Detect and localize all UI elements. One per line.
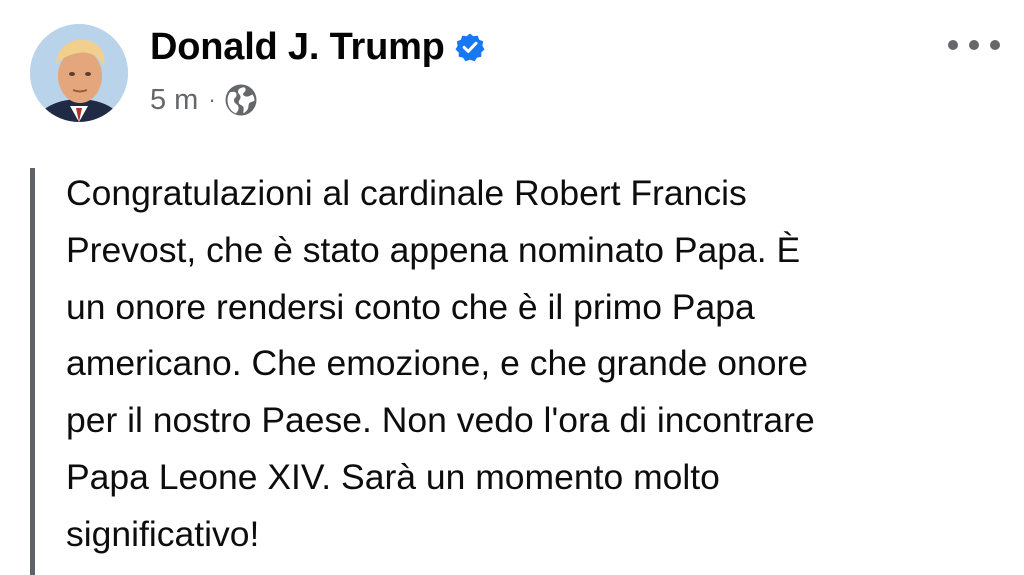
globe-icon [224,83,258,117]
post-card: Donald J. Trump 5 m · Congratulazioni al… [0,0,1024,575]
post-meta: 5 m · [150,80,258,120]
post-body: Congratulazioni al cardinale Robert Fran… [66,173,815,554]
meta-separator: · [208,87,216,112]
author-row: Donald J. Trump [150,22,485,72]
post-timestamp[interactable]: 5 m [150,84,198,117]
more-dot [948,40,958,50]
more-dot [969,40,979,50]
avatar-image [30,24,128,122]
more-options-icon[interactable] [948,30,1000,60]
more-dot [990,40,1000,50]
author-name[interactable]: Donald J. Trump [150,26,445,69]
quote-bar [30,168,35,575]
avatar[interactable] [30,24,128,122]
verified-badge-icon [455,32,485,62]
